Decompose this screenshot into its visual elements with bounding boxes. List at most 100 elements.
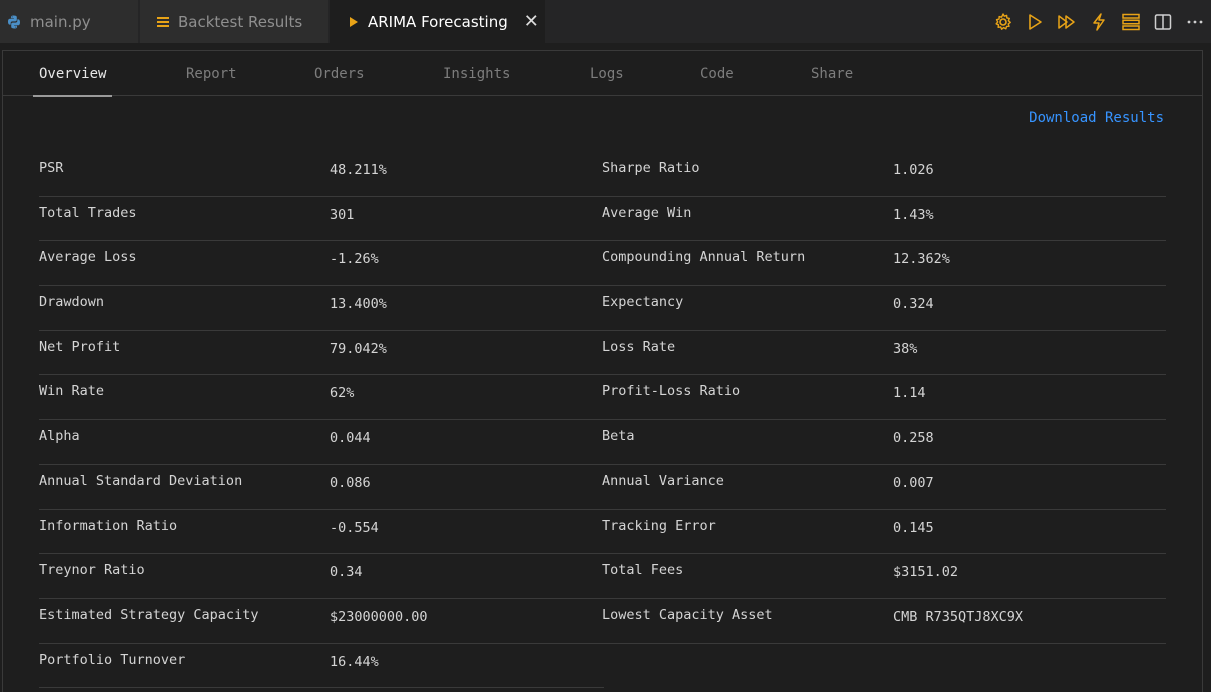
stat-label: Net Profit — [39, 338, 121, 355]
stat-loss-rate: Loss Rate 38% — [602, 331, 1166, 376]
tab-insights[interactable]: Insights — [443, 51, 510, 96]
stats-row: Alpha 0.044 Beta 0.258 — [39, 420, 1166, 465]
split-editor-icon[interactable] — [1147, 6, 1179, 38]
stat-label: Average Loss — [39, 249, 137, 266]
stats-row: Portfolio Turnover 16.44% — [39, 644, 1166, 689]
tab-backtest-results[interactable]: Backtest Results — [140, 0, 329, 43]
tab-share-label: Share — [811, 65, 854, 82]
tab-logs-label: Logs — [590, 65, 624, 82]
stat-label: Treynor Ratio — [39, 562, 145, 579]
download-results-link[interactable]: Download Results — [1029, 110, 1164, 126]
stat-value: 0.145 — [893, 519, 934, 536]
stat-value: 0.258 — [893, 430, 934, 447]
stats-row: Total Trades 301 Average Win 1.43% — [39, 197, 1166, 242]
stat-value: 0.044 — [330, 430, 371, 447]
tab-main-py[interactable]: main.py — [0, 0, 139, 43]
stat-portfolio-turnover: Portfolio Turnover 16.44% — [39, 644, 604, 689]
tab-report[interactable]: Report — [186, 51, 237, 96]
stat-psr: PSR 48.211% — [39, 152, 604, 197]
stat-profit-loss-ratio: Profit-Loss Ratio 1.14 — [602, 375, 1166, 421]
stat-tracking-error: Tracking Error 0.145 — [602, 510, 1166, 555]
stat-drawdown: Drawdown 13.400% — [39, 286, 604, 331]
editor-tab-bar: main.py Backtest Results ARIMA Forecasti… — [0, 0, 1211, 43]
stat-label: Total Trades — [39, 204, 137, 221]
stat-total-trades: Total Trades 301 — [39, 197, 604, 242]
stat-value: $23000000.00 — [330, 608, 428, 625]
tab-code[interactable]: Code — [700, 51, 734, 96]
stat-value: 1.14 — [893, 385, 926, 402]
stat-value: 38% — [893, 340, 918, 357]
more-icon[interactable] — [1179, 6, 1211, 38]
stat-value: -1.26% — [330, 251, 379, 268]
stat-lowest-capacity-asset: Lowest Capacity Asset CMB R735QTJ8XC9X — [602, 599, 1166, 644]
stat-label: Tracking Error — [602, 517, 716, 534]
tab-share[interactable]: Share — [811, 51, 853, 96]
stat-value: 0.086 — [330, 474, 371, 491]
tab-code-label: Code — [700, 65, 734, 82]
editor-actions — [987, 0, 1211, 43]
stat-estimated-strategy-capacity: Estimated Strategy Capacity $23000000.00 — [39, 599, 604, 644]
stat-average-loss: Average Loss -1.26% — [39, 241, 604, 287]
stats-row: Win Rate 62% Profit-Loss Ratio 1.14 — [39, 375, 1166, 421]
run-all-icon[interactable] — [1051, 6, 1083, 38]
stat-label: Alpha — [39, 428, 80, 445]
tab-label: Backtest Results — [178, 12, 303, 31]
stat-average-win: Average Win 1.43% — [602, 197, 1166, 242]
stat-value: 301 — [330, 206, 355, 223]
stats-row: Treynor Ratio 0.34 Total Fees $3151.02 — [39, 554, 1166, 599]
stat-sharpe-ratio: Sharpe Ratio 1.026 — [602, 152, 1166, 197]
stat-annual-standard-deviation: Annual Standard Deviation 0.086 — [39, 465, 604, 510]
stat-label: Annual Standard Deviation — [39, 472, 243, 489]
stat-label: Loss Rate — [602, 338, 676, 355]
stats-row: PSR 48.211% Sharpe Ratio 1.026 — [39, 152, 1166, 197]
stat-annual-variance: Annual Variance 0.007 — [602, 465, 1166, 510]
gear-icon[interactable] — [987, 6, 1019, 38]
tab-label: main.py — [30, 12, 91, 31]
stat-value: 12.362% — [893, 251, 950, 268]
tab-label: ARIMA Forecasting — [368, 12, 508, 31]
stat-label: Beta — [602, 428, 635, 445]
stat-value: 79.042% — [330, 340, 387, 357]
stat-label: Estimated Strategy Capacity — [39, 606, 259, 623]
results-panel: Overview Report Orders Insights Logs Cod… — [2, 50, 1203, 692]
stat-value: CMB R735QTJ8XC9X — [893, 608, 1024, 625]
stats-row: Average Loss -1.26% Compounding Annual Re… — [39, 241, 1166, 287]
stats-row: Drawdown 13.400% Expectancy 0.324 — [39, 286, 1166, 331]
stat-treynor-ratio: Treynor Ratio 0.34 — [39, 554, 604, 599]
close-icon[interactable]: ✕ — [524, 11, 539, 32]
stat-value: 62% — [330, 385, 355, 402]
statistics-table: PSR 48.211% Sharpe Ratio 1.026 Total Trade… — [39, 152, 1166, 689]
stat-label: Total Fees — [602, 562, 684, 579]
stat-label: Drawdown — [39, 294, 105, 311]
lightning-icon[interactable] — [1083, 6, 1115, 38]
stat-value: -0.554 — [330, 519, 379, 536]
stat-value: 1.43% — [893, 206, 934, 223]
stat-value: 13.400% — [330, 296, 387, 313]
tab-orders-label: Orders — [314, 65, 365, 82]
stat-net-profit: Net Profit 79.042% — [39, 331, 604, 376]
tab-overview-label: Overview — [39, 65, 107, 82]
stat-compounding-annual-return: Compounding Annual Return 12.362% — [602, 241, 1166, 287]
stack-icon[interactable] — [1115, 6, 1147, 38]
stat-beta: Beta 0.258 — [602, 420, 1166, 465]
tab-orders[interactable]: Orders — [314, 51, 365, 96]
stats-row: Net Profit 79.042% Loss Rate 38% — [39, 331, 1166, 376]
tab-arima-forecasting[interactable]: ARIMA Forecasting ✕ — [330, 0, 546, 43]
play-triangle-icon — [348, 16, 360, 28]
stats-row: Annual Standard Deviation 0.086 Annual Va… — [39, 465, 1166, 510]
stat-value: 0.324 — [893, 296, 934, 313]
stat-value: $3151.02 — [893, 564, 959, 581]
stat-value: 0.34 — [330, 564, 363, 581]
stat-expectancy: Expectancy 0.324 — [602, 286, 1166, 331]
stat-label: Compounding Annual Return — [602, 249, 806, 266]
tab-insights-label: Insights — [443, 65, 511, 82]
tab-logs[interactable]: Logs — [590, 51, 624, 96]
stats-row: Estimated Strategy Capacity $23000000.00 … — [39, 599, 1166, 644]
stat-value: 48.211% — [330, 162, 387, 178]
results-subtabs: Overview Report Orders Insights Logs Cod… — [3, 51, 1202, 97]
stat-label: Average Win — [602, 204, 692, 221]
stat-label: Lowest Capacity Asset — [602, 606, 773, 623]
run-icon[interactable] — [1019, 6, 1051, 38]
stat-information-ratio: Information Ratio -0.554 — [39, 510, 604, 555]
tab-overview[interactable]: Overview — [32, 51, 113, 97]
